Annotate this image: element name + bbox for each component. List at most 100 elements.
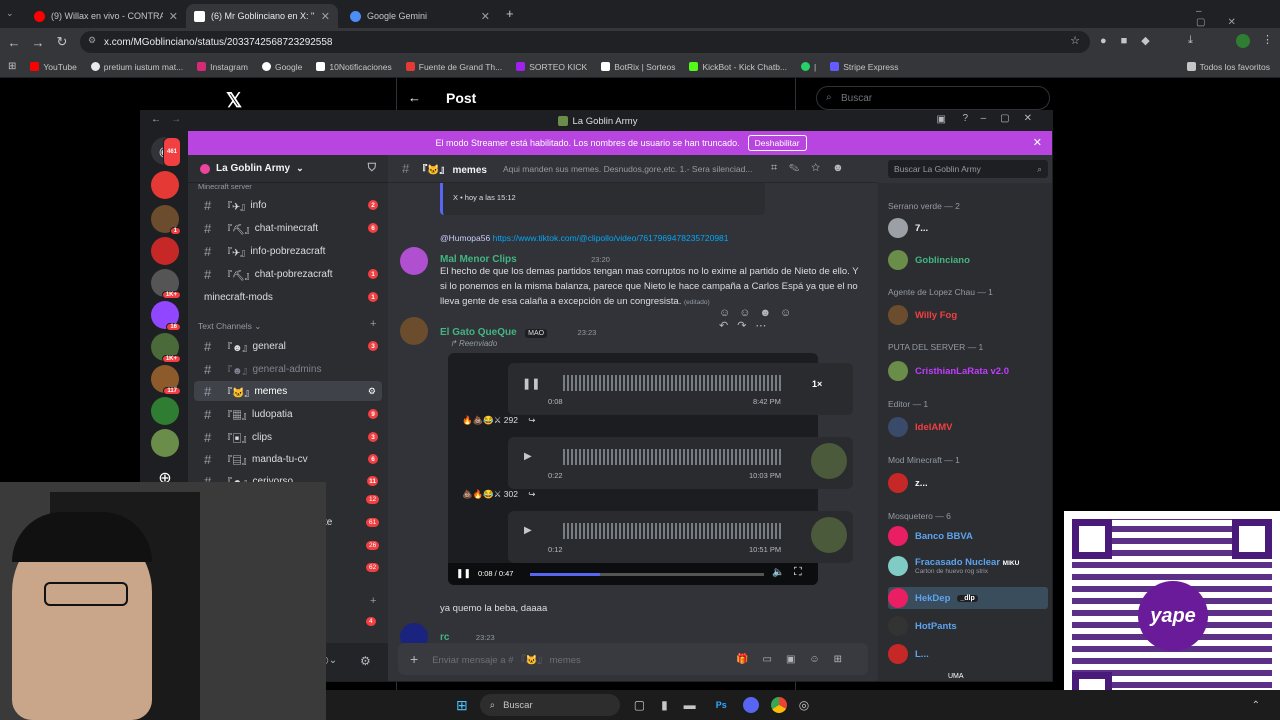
member-row[interactable]: HekDep _dlp (888, 587, 1048, 609)
add-user-icon[interactable]: ⛉ (368, 162, 376, 175)
header-action-icons[interactable]: ⌗✎☆☻ (771, 162, 856, 175)
channel-clips[interactable]: # 『▣』 clips 3 (194, 427, 382, 447)
forward-icon[interactable]: → (171, 114, 181, 125)
app-icon[interactable]: ◎ (799, 698, 809, 712)
playback-speed[interactable]: 1× (812, 379, 822, 389)
menu-icon[interactable]: ⋮ (1262, 33, 1273, 46)
taskbar-search[interactable]: ⌕ Buscar (479, 694, 620, 716)
author-name[interactable]: El Gato QueQue (440, 327, 517, 338)
bookmark-notificaciones[interactable]: 10Notificaciones (316, 62, 392, 72)
pause-icon[interactable]: ❚❚ (456, 568, 471, 579)
close-icon[interactable]: ✕ (321, 10, 330, 23)
server-icon[interactable]: 1 (151, 205, 181, 235)
apps-icon[interactable]: ⊞ (8, 61, 16, 72)
audio-waveform[interactable] (563, 523, 783, 539)
back-icon[interactable]: ← (2, 35, 26, 50)
channel-chat-pobrezacraft[interactable]: # 『⛏』 chat-pobrezacraft 1 (194, 264, 382, 284)
browser-tab-1[interactable]: (9) Willax en vivo - CONTRACO ✕ (26, 4, 186, 28)
reload-icon[interactable]: ↻ (50, 34, 74, 50)
member-row[interactable]: Willy Fog (888, 304, 1048, 326)
add-channel-icon[interactable]: + (370, 595, 376, 607)
channel-chat-minecraft[interactable]: # 『⛏』 chat-minecraft 6 (194, 218, 382, 238)
extension-icons[interactable]: ●■◆ (1100, 34, 1164, 47)
category-minecraft[interactable]: Minecraft server (198, 182, 252, 191)
bookmark-kickbot[interactable]: KickBot - Kick Chatb... (689, 62, 787, 72)
browser-tab-2[interactable]: (6) Mr Goblinciano en X: "RAFA ✕ (186, 4, 338, 28)
video-progress[interactable] (530, 573, 764, 576)
close-icon[interactable]: ✕ (1033, 136, 1042, 149)
bookmark-sorteo-kick[interactable]: SORTEO KICK (516, 62, 587, 72)
fullscreen-icon[interactable]: ⛶ (794, 566, 802, 579)
bookmark-pretium[interactable]: pretium iustum mat... (90, 62, 183, 72)
channel-minecraft-mods[interactable]: minecraft-mods 1 (194, 287, 382, 307)
member-row[interactable]: 7... (888, 217, 1048, 239)
server-icon[interactable]: 1K+ (151, 333, 181, 363)
discord-icon[interactable] (742, 697, 759, 713)
member-row[interactable]: z... (888, 472, 1048, 494)
channel-ludopatia[interactable]: # 『▦』 ludopatia 9 (194, 404, 382, 424)
message-actions[interactable]: ☺☺☻☺↶↷⋯ (719, 307, 849, 332)
category-text-channels[interactable]: Text Channels ⌄ (198, 321, 261, 332)
address-bar[interactable]: ⚙ x.com/MGoblinciano/status/203374256872… (80, 31, 1090, 53)
member-row[interactable]: L... (888, 643, 1048, 665)
channel-general[interactable]: # 『☻』 general 3 (194, 336, 382, 356)
member-row[interactable]: Goblinciano (888, 249, 1048, 271)
bookmark-whatsapp[interactable]: | (801, 62, 816, 72)
tray-chevron-icon[interactable]: ⌃ (1252, 700, 1260, 711)
add-channel-icon[interactable]: + (370, 318, 376, 330)
server-header[interactable]: La Goblin Army ⌄ ⛉ (188, 155, 388, 183)
photoshop-icon[interactable]: Ps (716, 700, 727, 710)
windows-start-icon[interactable]: ⊞ (456, 697, 468, 714)
discord-home-icon[interactable]: ◉461 (151, 137, 181, 167)
play-icon[interactable]: ▶ (524, 525, 532, 536)
member-row[interactable]: Fracasado Nuclear MIKU Carton de huevo ro… (888, 555, 1048, 577)
back-icon[interactable]: ← (151, 114, 161, 125)
input-action-icons[interactable]: 🎁▭▣☺⊞ (736, 654, 856, 665)
forwarded-video[interactable]: ❚❚ 0:08 8:42 PM 1× 🔥💩😂⚔ 292 ↪ ▶ 0:22 10:… (448, 353, 853, 585)
close-icon[interactable]: ✕ (481, 10, 490, 23)
member-row[interactable]: Banco BBVA (888, 525, 1048, 547)
volume-icon[interactable]: 🔈 (772, 567, 784, 578)
member-row[interactable]: HotPants (888, 615, 1048, 637)
x-back-icon[interactable]: ← (408, 90, 421, 105)
audio-message[interactable]: ▶ 0:22 10:03 PM (508, 437, 853, 489)
bookmark-youtube[interactable]: YouTube (30, 62, 77, 72)
server-icon[interactable] (151, 429, 179, 457)
avatar[interactable] (400, 247, 428, 275)
inbox-icon[interactable]: ▣ (937, 114, 946, 125)
add-attachment-icon[interactable]: + (410, 651, 418, 667)
new-tab-button[interactable]: + (506, 6, 514, 21)
window-controls[interactable]: –▢✕ (1196, 6, 1280, 28)
help-icon[interactable]: ? (962, 113, 968, 124)
server-icon[interactable]: 117 (151, 365, 181, 395)
browser-tab-3[interactable]: Google Gemini ✕ (342, 4, 498, 28)
profile-avatar[interactable] (1236, 34, 1250, 48)
audio-waveform[interactable] (563, 375, 783, 391)
message-input[interactable]: + Enviar mensaje a # 『🐱』 memes 🎁▭▣☺⊞ (398, 643, 868, 675)
all-bookmarks[interactable]: Todos los favoritos (1186, 62, 1270, 72)
channel-info-pobrezacraft[interactable]: # 『✈』 info-pobrezacraft (194, 241, 382, 261)
avatar[interactable] (400, 317, 428, 345)
member-row[interactable]: CristhianLaRata v2.0 (888, 360, 1048, 382)
server-icon[interactable] (151, 397, 179, 425)
server-icon[interactable]: 1K+ (151, 269, 181, 299)
site-info-icon[interactable]: ⚙ (88, 35, 96, 46)
channel-info[interactable]: # 『✈』 info 2 (194, 195, 382, 215)
window-controls[interactable]: –▢✕ (981, 113, 1046, 124)
audio-message[interactable]: ▶ 0:12 10:51 PM (508, 511, 853, 563)
channel-memes[interactable]: # 『🐱』 memes ⚙ (194, 381, 382, 401)
audio-waveform[interactable] (563, 449, 783, 465)
bookmark-stripe[interactable]: Stripe Express (830, 62, 899, 72)
bookmark-fuente[interactable]: Fuente de Grand Th... (405, 62, 502, 72)
bookmark-botrix[interactable]: BotRix | Sorteos (601, 62, 675, 72)
tab-search-icon[interactable]: ⌄ (6, 8, 14, 19)
chrome-icon[interactable] (770, 697, 787, 713)
server-search-input[interactable]: Buscar La Goblin Army ⌕ (888, 160, 1048, 178)
bookmark-star-icon[interactable]: ☆ (1070, 34, 1080, 47)
close-icon[interactable]: ✕ (169, 10, 178, 23)
disable-streamer-button[interactable]: Deshabilitar (747, 135, 807, 151)
author-name[interactable]: rc (440, 632, 449, 643)
x-search-input[interactable]: ⌕ Buscar (816, 86, 1050, 110)
pause-icon[interactable]: ❚❚ (522, 377, 540, 390)
channel-manda-tu-cv[interactable]: # 『▤』 manda-tu-cv 6 (194, 449, 382, 469)
